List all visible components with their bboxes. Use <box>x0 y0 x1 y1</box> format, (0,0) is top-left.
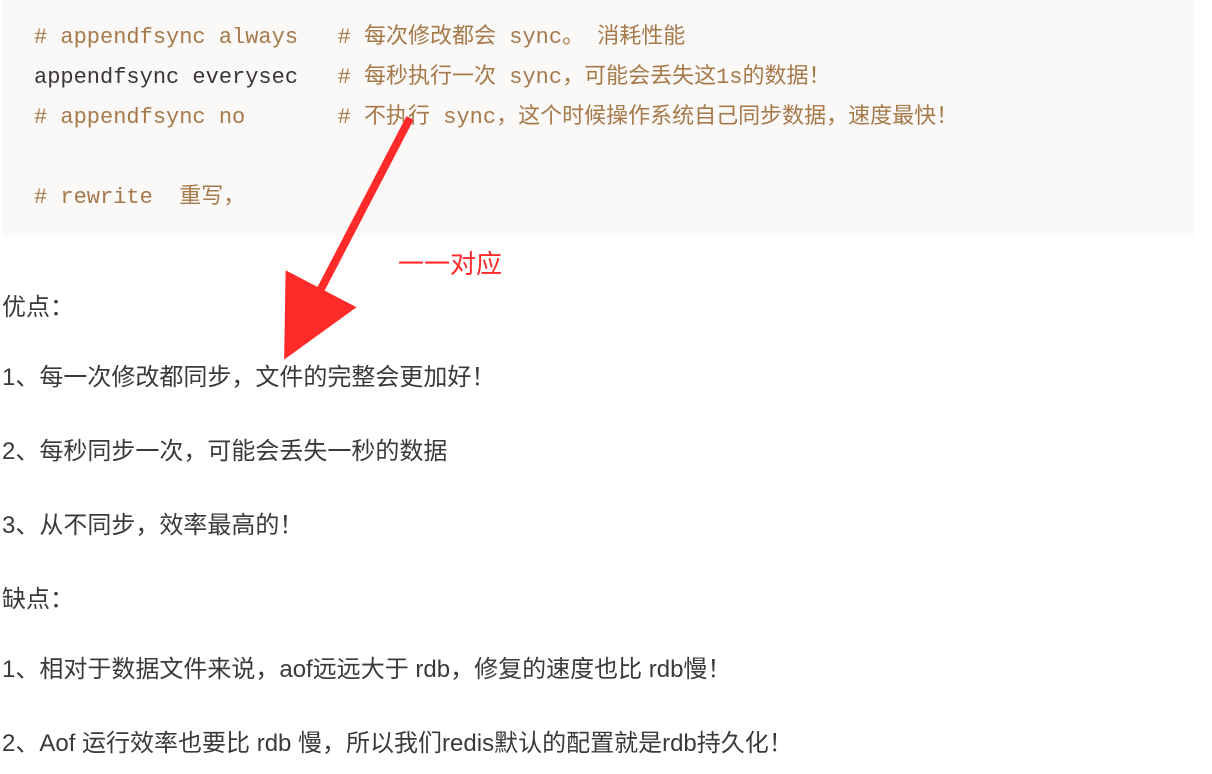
advantages-title: 优点： <box>2 290 1212 326</box>
code-line-2-right: # 每秒执行一次 sync，可能会丢失这1s的数据！ <box>338 65 831 90</box>
code-line-3-left: # appendfsync no <box>34 105 245 130</box>
code-line-4: # rewrite 重写， <box>34 178 1172 218</box>
code-line-1-right: # 每次修改都会 sync。 消耗性能 <box>338 25 686 50</box>
disadvantage-item: 2、Aof 运行效率也要比 rdb 慢，所以我们redis默认的配置就是rdb持… <box>2 726 1212 762</box>
page: # appendfsync always # 每次修改都会 sync。 消耗性能… <box>0 0 1212 774</box>
code-line-1: # appendfsync always # 每次修改都会 sync。 消耗性能 <box>34 18 1172 58</box>
code-line-3: # appendfsync no # 不执行 sync，这个时候操作系统自己同步… <box>34 98 1172 138</box>
code-line-4-right: 重写， <box>179 185 245 210</box>
advantage-item: 1、每一次修改都同步，文件的完整会更加好！ <box>2 360 1212 396</box>
code-line-2-left: appendfsync everysec <box>34 65 298 90</box>
code-line-4-left: # rewrite <box>34 185 179 210</box>
code-block: # appendfsync always # 每次修改都会 sync。 消耗性能… <box>2 0 1194 236</box>
code-line-3-right: # 不执行 sync，这个时候操作系统自己同步数据，速度最快！ <box>338 105 958 130</box>
disadvantages-title: 缺点： <box>2 582 1212 618</box>
advantage-item: 2、每秒同步一次，可能会丢失一秒的数据 <box>2 434 1212 470</box>
advantage-item: 3、从不同步，效率最高的！ <box>2 508 1212 544</box>
disadvantage-item: 1、相对于数据文件来说，aof远远大于 rdb，修复的速度也比 rdb慢！ <box>2 652 1212 688</box>
code-blank <box>34 138 1172 178</box>
code-line-2: appendfsync everysec # 每秒执行一次 sync，可能会丢失… <box>34 58 1172 98</box>
annotation-label: 一一对应 <box>398 244 502 281</box>
code-line-1-left: # appendfsync always <box>34 25 298 50</box>
